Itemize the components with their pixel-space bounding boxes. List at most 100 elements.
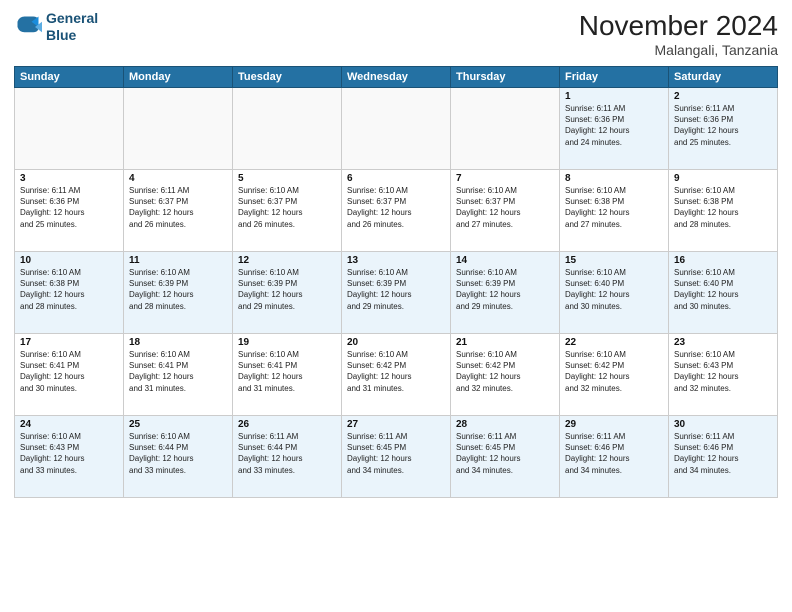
day-info: Sunrise: 6:11 AM Sunset: 6:37 PM Dayligh… xyxy=(129,185,227,230)
day-number: 2 xyxy=(674,91,772,102)
day-info: Sunrise: 6:11 AM Sunset: 6:45 PM Dayligh… xyxy=(347,431,445,476)
day-number: 18 xyxy=(129,337,227,348)
logo-text: General Blue xyxy=(46,10,98,44)
calendar-cell: 6Sunrise: 6:10 AM Sunset: 6:37 PM Daylig… xyxy=(342,170,451,252)
day-info: Sunrise: 6:10 AM Sunset: 6:41 PM Dayligh… xyxy=(238,349,336,394)
day-number: 6 xyxy=(347,173,445,184)
day-info: Sunrise: 6:10 AM Sunset: 6:38 PM Dayligh… xyxy=(20,267,118,312)
day-number: 26 xyxy=(238,419,336,430)
calendar-cell: 3Sunrise: 6:11 AM Sunset: 6:36 PM Daylig… xyxy=(15,170,124,252)
week-row-4: 17Sunrise: 6:10 AM Sunset: 6:41 PM Dayli… xyxy=(15,334,778,416)
day-info: Sunrise: 6:11 AM Sunset: 6:46 PM Dayligh… xyxy=(565,431,663,476)
day-info: Sunrise: 6:10 AM Sunset: 6:41 PM Dayligh… xyxy=(20,349,118,394)
calendar-cell: 1Sunrise: 6:11 AM Sunset: 6:36 PM Daylig… xyxy=(560,88,669,170)
week-row-3: 10Sunrise: 6:10 AM Sunset: 6:38 PM Dayli… xyxy=(15,252,778,334)
calendar-cell: 18Sunrise: 6:10 AM Sunset: 6:41 PM Dayli… xyxy=(124,334,233,416)
day-info: Sunrise: 6:10 AM Sunset: 6:42 PM Dayligh… xyxy=(347,349,445,394)
day-number: 12 xyxy=(238,255,336,266)
day-number: 24 xyxy=(20,419,118,430)
week-row-1: 1Sunrise: 6:11 AM Sunset: 6:36 PM Daylig… xyxy=(15,88,778,170)
day-info: Sunrise: 6:10 AM Sunset: 6:39 PM Dayligh… xyxy=(238,267,336,312)
day-info: Sunrise: 6:10 AM Sunset: 6:39 PM Dayligh… xyxy=(347,267,445,312)
calendar-cell: 14Sunrise: 6:10 AM Sunset: 6:39 PM Dayli… xyxy=(451,252,560,334)
day-number: 15 xyxy=(565,255,663,266)
calendar-cell xyxy=(15,88,124,170)
weekday-header-monday: Monday xyxy=(124,67,233,88)
day-info: Sunrise: 6:10 AM Sunset: 6:40 PM Dayligh… xyxy=(565,267,663,312)
calendar-cell: 8Sunrise: 6:10 AM Sunset: 6:38 PM Daylig… xyxy=(560,170,669,252)
weekday-header-row: SundayMondayTuesdayWednesdayThursdayFrid… xyxy=(15,67,778,88)
day-info: Sunrise: 6:11 AM Sunset: 6:36 PM Dayligh… xyxy=(674,103,772,148)
calendar-cell: 19Sunrise: 6:10 AM Sunset: 6:41 PM Dayli… xyxy=(233,334,342,416)
calendar-cell: 25Sunrise: 6:10 AM Sunset: 6:44 PM Dayli… xyxy=(124,416,233,498)
page: General Blue November 2024 Malangali, Ta… xyxy=(0,0,792,612)
weekday-header-thursday: Thursday xyxy=(451,67,560,88)
day-number: 29 xyxy=(565,419,663,430)
day-number: 1 xyxy=(565,91,663,102)
logo: General Blue xyxy=(14,10,98,44)
day-number: 9 xyxy=(674,173,772,184)
calendar-cell: 13Sunrise: 6:10 AM Sunset: 6:39 PM Dayli… xyxy=(342,252,451,334)
logo-icon xyxy=(14,13,42,41)
day-info: Sunrise: 6:11 AM Sunset: 6:36 PM Dayligh… xyxy=(20,185,118,230)
day-number: 3 xyxy=(20,173,118,184)
day-info: Sunrise: 6:10 AM Sunset: 6:37 PM Dayligh… xyxy=(456,185,554,230)
day-info: Sunrise: 6:10 AM Sunset: 6:37 PM Dayligh… xyxy=(347,185,445,230)
day-info: Sunrise: 6:10 AM Sunset: 6:39 PM Dayligh… xyxy=(129,267,227,312)
day-info: Sunrise: 6:10 AM Sunset: 6:38 PM Dayligh… xyxy=(565,185,663,230)
day-info: Sunrise: 6:10 AM Sunset: 6:43 PM Dayligh… xyxy=(20,431,118,476)
week-row-5: 24Sunrise: 6:10 AM Sunset: 6:43 PM Dayli… xyxy=(15,416,778,498)
calendar-cell: 29Sunrise: 6:11 AM Sunset: 6:46 PM Dayli… xyxy=(560,416,669,498)
calendar-cell: 21Sunrise: 6:10 AM Sunset: 6:42 PM Dayli… xyxy=(451,334,560,416)
day-number: 21 xyxy=(456,337,554,348)
calendar-cell: 27Sunrise: 6:11 AM Sunset: 6:45 PM Dayli… xyxy=(342,416,451,498)
title-block: November 2024 Malangali, Tanzania xyxy=(579,10,778,58)
calendar-cell xyxy=(233,88,342,170)
day-number: 11 xyxy=(129,255,227,266)
week-row-2: 3Sunrise: 6:11 AM Sunset: 6:36 PM Daylig… xyxy=(15,170,778,252)
day-info: Sunrise: 6:10 AM Sunset: 6:44 PM Dayligh… xyxy=(129,431,227,476)
day-number: 23 xyxy=(674,337,772,348)
calendar-cell: 2Sunrise: 6:11 AM Sunset: 6:36 PM Daylig… xyxy=(669,88,778,170)
day-number: 19 xyxy=(238,337,336,348)
day-info: Sunrise: 6:10 AM Sunset: 6:39 PM Dayligh… xyxy=(456,267,554,312)
weekday-header-friday: Friday xyxy=(560,67,669,88)
calendar-cell: 28Sunrise: 6:11 AM Sunset: 6:45 PM Dayli… xyxy=(451,416,560,498)
day-number: 10 xyxy=(20,255,118,266)
day-number: 14 xyxy=(456,255,554,266)
weekday-header-sunday: Sunday xyxy=(15,67,124,88)
calendar-cell xyxy=(124,88,233,170)
calendar-cell: 23Sunrise: 6:10 AM Sunset: 6:43 PM Dayli… xyxy=(669,334,778,416)
calendar-cell: 7Sunrise: 6:10 AM Sunset: 6:37 PM Daylig… xyxy=(451,170,560,252)
day-number: 7 xyxy=(456,173,554,184)
day-number: 20 xyxy=(347,337,445,348)
calendar-cell: 4Sunrise: 6:11 AM Sunset: 6:37 PM Daylig… xyxy=(124,170,233,252)
calendar-cell: 16Sunrise: 6:10 AM Sunset: 6:40 PM Dayli… xyxy=(669,252,778,334)
calendar-cell: 11Sunrise: 6:10 AM Sunset: 6:39 PM Dayli… xyxy=(124,252,233,334)
calendar-cell: 30Sunrise: 6:11 AM Sunset: 6:46 PM Dayli… xyxy=(669,416,778,498)
day-number: 8 xyxy=(565,173,663,184)
location: Malangali, Tanzania xyxy=(579,42,778,58)
calendar-cell xyxy=(451,88,560,170)
month-title: November 2024 xyxy=(579,10,778,42)
day-info: Sunrise: 6:10 AM Sunset: 6:42 PM Dayligh… xyxy=(565,349,663,394)
day-info: Sunrise: 6:11 AM Sunset: 6:36 PM Dayligh… xyxy=(565,103,663,148)
header: General Blue November 2024 Malangali, Ta… xyxy=(14,10,778,58)
day-info: Sunrise: 6:10 AM Sunset: 6:42 PM Dayligh… xyxy=(456,349,554,394)
day-number: 13 xyxy=(347,255,445,266)
day-info: Sunrise: 6:11 AM Sunset: 6:46 PM Dayligh… xyxy=(674,431,772,476)
calendar-cell: 5Sunrise: 6:10 AM Sunset: 6:37 PM Daylig… xyxy=(233,170,342,252)
calendar-cell: 12Sunrise: 6:10 AM Sunset: 6:39 PM Dayli… xyxy=(233,252,342,334)
calendar-cell: 17Sunrise: 6:10 AM Sunset: 6:41 PM Dayli… xyxy=(15,334,124,416)
calendar-cell: 10Sunrise: 6:10 AM Sunset: 6:38 PM Dayli… xyxy=(15,252,124,334)
day-info: Sunrise: 6:10 AM Sunset: 6:37 PM Dayligh… xyxy=(238,185,336,230)
calendar-cell: 24Sunrise: 6:10 AM Sunset: 6:43 PM Dayli… xyxy=(15,416,124,498)
day-info: Sunrise: 6:10 AM Sunset: 6:40 PM Dayligh… xyxy=(674,267,772,312)
calendar-cell xyxy=(342,88,451,170)
day-info: Sunrise: 6:10 AM Sunset: 6:43 PM Dayligh… xyxy=(674,349,772,394)
day-number: 22 xyxy=(565,337,663,348)
weekday-header-wednesday: Wednesday xyxy=(342,67,451,88)
day-info: Sunrise: 6:11 AM Sunset: 6:45 PM Dayligh… xyxy=(456,431,554,476)
day-info: Sunrise: 6:10 AM Sunset: 6:41 PM Dayligh… xyxy=(129,349,227,394)
calendar-cell: 15Sunrise: 6:10 AM Sunset: 6:40 PM Dayli… xyxy=(560,252,669,334)
